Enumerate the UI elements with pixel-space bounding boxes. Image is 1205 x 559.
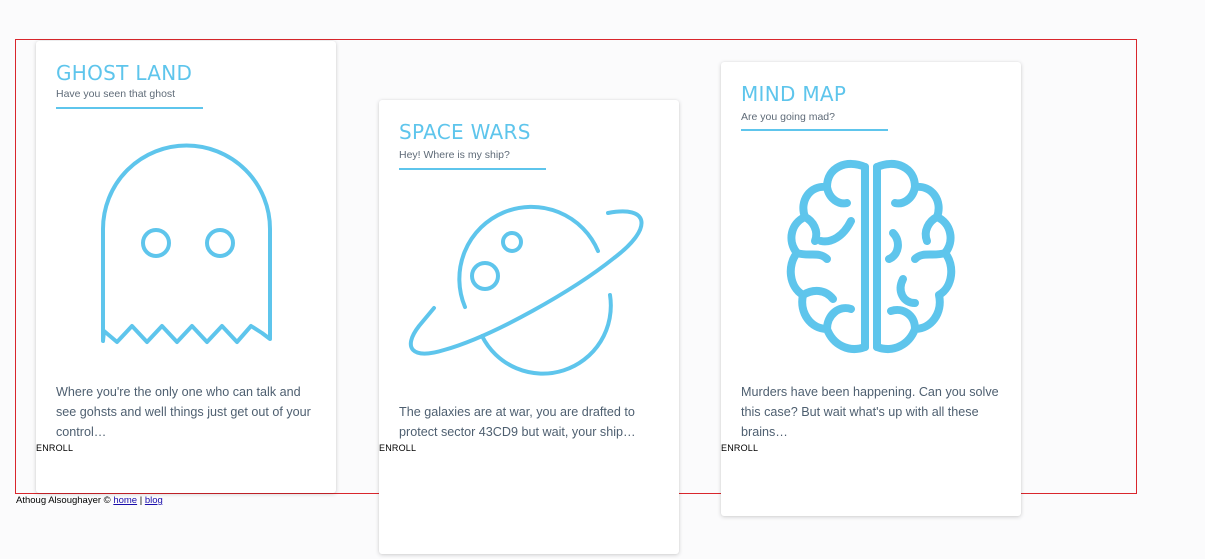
footer-author: Athoug Alsoughayer © (16, 495, 111, 506)
footer: Athoug Alsoughayer © home | blog (16, 495, 163, 506)
enroll-button[interactable]: ENROLL (36, 443, 73, 453)
enroll-button[interactable]: ENROLL (379, 443, 416, 453)
course-card-ghost-land: GHOST LAND Have you seen that ghost Wher… (36, 41, 336, 493)
card-subtitle: Have you seen that ghost (56, 88, 176, 100)
title-underline (399, 168, 546, 170)
enroll-button[interactable]: ENROLL (721, 443, 758, 453)
card-subtitle: Hey! Where is my ship? (399, 149, 510, 161)
title-underline (56, 107, 203, 109)
course-card-mind-map: MIND MAP Are you going mad? Murders have… (721, 62, 1021, 516)
card-title: GHOST LAND (56, 61, 193, 85)
course-card-space-wars: SPACE WARS Hey! Where is my ship? The ga… (379, 100, 679, 554)
blog-link[interactable]: blog (145, 495, 163, 506)
home-link[interactable]: home (113, 495, 137, 506)
card-description: Murders have been happening. Can you sol… (741, 385, 999, 439)
card-description: Where you're the only one who can talk a… (56, 385, 311, 439)
footer-separator: | (139, 495, 143, 506)
card-title: MIND MAP (741, 82, 847, 106)
ghost-icon (101, 143, 272, 344)
planet-icon (408, 204, 644, 376)
brain-icon (786, 159, 956, 353)
card-subtitle: Are you going mad? (741, 111, 835, 123)
card-title: SPACE WARS (399, 120, 531, 144)
title-underline (741, 129, 888, 131)
card-description: The galaxies are at war, you are drafted… (399, 405, 636, 439)
